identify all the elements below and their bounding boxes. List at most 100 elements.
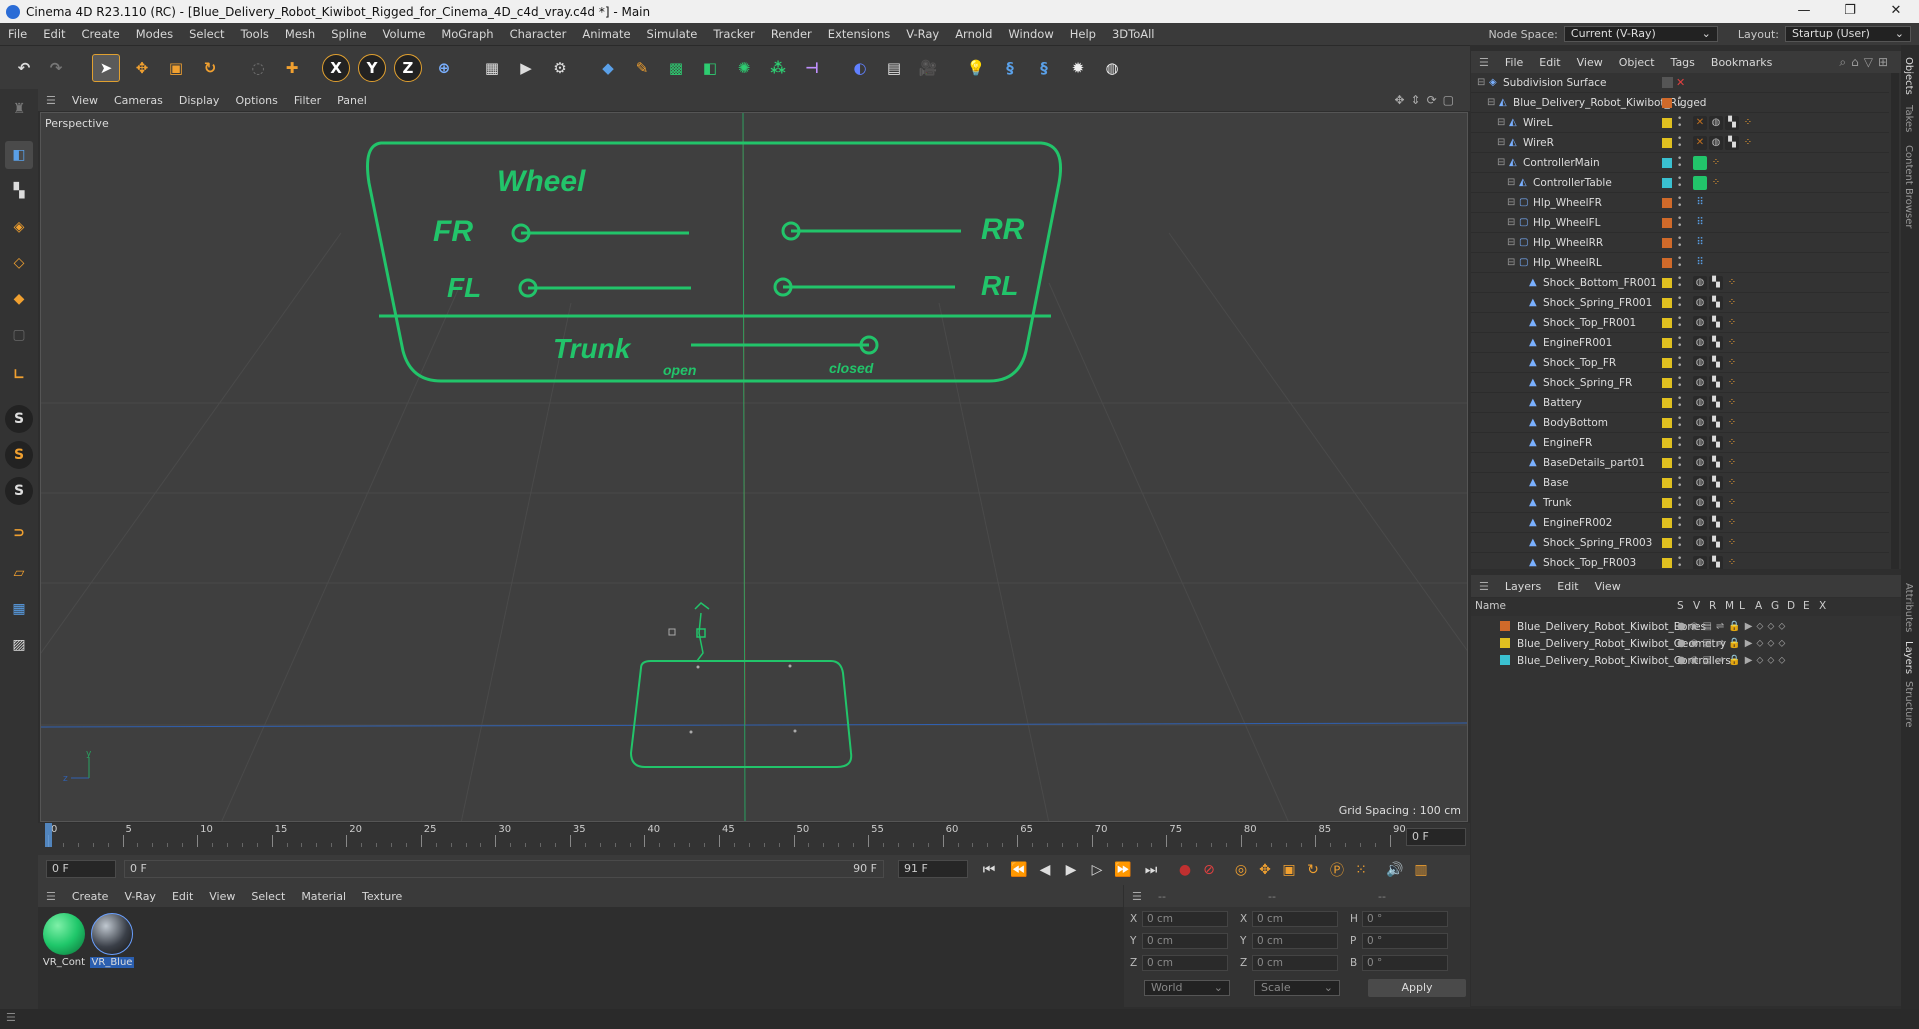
layer-color-chip[interactable] bbox=[1662, 458, 1672, 468]
object-row[interactable]: ▲ Base • • ◍ ▚ ⁘ bbox=[1471, 473, 1889, 493]
layer-color-chip[interactable] bbox=[1662, 518, 1672, 528]
selection-tag-icon[interactable]: ⁘ bbox=[1725, 416, 1739, 430]
menu-edit[interactable]: Edit bbox=[35, 27, 73, 41]
layer-color-chip[interactable] bbox=[1662, 98, 1672, 108]
layer-color-chip[interactable] bbox=[1662, 418, 1672, 428]
visibility-dots-icon[interactable]: • • bbox=[1677, 515, 1682, 531]
visibility-dots-icon[interactable]: • • bbox=[1677, 475, 1682, 491]
node-space-dropdown[interactable]: Current (V-Ray) ⌄ bbox=[1563, 26, 1718, 42]
material-tag-icon[interactable] bbox=[1693, 156, 1707, 170]
visibility-dots-icon[interactable]: • • bbox=[1677, 195, 1682, 211]
protection-tag-icon[interactable]: ⠿ bbox=[1693, 216, 1707, 230]
texture-tag-icon[interactable]: ▚ bbox=[1709, 496, 1723, 510]
snap-settings-icon[interactable]: S bbox=[5, 441, 33, 469]
menu-render[interactable]: Render bbox=[763, 27, 820, 41]
key-position-icon[interactable]: ✥ bbox=[1254, 859, 1276, 881]
lock-workplane-icon[interactable]: ▨ bbox=[5, 631, 33, 659]
menu-spline[interactable]: Spline bbox=[323, 27, 374, 41]
layer-color-chip[interactable] bbox=[1662, 318, 1672, 328]
x-axis-icon[interactable]: X bbox=[322, 54, 350, 82]
menu-tools[interactable]: Tools bbox=[233, 27, 277, 41]
z-axis-icon[interactable]: Z bbox=[394, 54, 422, 82]
visibility-dots-icon[interactable]: • • bbox=[1677, 155, 1682, 171]
texture-tag-icon[interactable]: ▚ bbox=[1725, 136, 1739, 150]
disabled-x-icon[interactable]: ✕ bbox=[1676, 76, 1685, 89]
selection-tag-icon[interactable]: ⁘ bbox=[1709, 176, 1723, 190]
material-tag-icon[interactable]: ◍ bbox=[1693, 536, 1707, 550]
object-menu-object[interactable]: Object bbox=[1611, 56, 1663, 69]
edges-mode-icon[interactable]: ◇ bbox=[5, 249, 33, 277]
selection-tag-icon[interactable]: ⁘ bbox=[1725, 396, 1739, 410]
layer-color-swatch[interactable] bbox=[1500, 655, 1510, 665]
layer-color-chip[interactable] bbox=[1662, 538, 1672, 548]
viewport-menu-options[interactable]: Options bbox=[227, 94, 285, 107]
selection-tag-icon[interactable]: ⁘ bbox=[1725, 356, 1739, 370]
object-row[interactable]: ▲ Trunk • • ◍ ▚ ⁘ bbox=[1471, 493, 1889, 513]
move-icon[interactable]: ✥ bbox=[128, 54, 156, 82]
points-mode-icon[interactable]: ◈ bbox=[5, 213, 33, 241]
step-back-icon[interactable]: ◀ bbox=[1034, 859, 1056, 881]
object-menu-bookmarks[interactable]: Bookmarks bbox=[1703, 56, 1780, 69]
floor-icon[interactable]: ▤ bbox=[880, 54, 908, 82]
keyframe-selection-icon[interactable]: ◎ bbox=[1230, 859, 1252, 881]
python-generator-icon[interactable]: § bbox=[1030, 54, 1058, 82]
expand-toggle-icon[interactable] bbox=[1517, 518, 1527, 528]
viewport-menu-panel[interactable]: Panel bbox=[329, 94, 375, 107]
material-menu-material[interactable]: Material bbox=[293, 890, 354, 903]
key-pla-icon[interactable]: ⁙ bbox=[1350, 859, 1372, 881]
xpresso-tag-icon[interactable]: ✕ bbox=[1693, 116, 1707, 130]
selection-tag-icon[interactable]: ⁘ bbox=[1725, 556, 1739, 569]
selection-tag-icon[interactable]: ⁘ bbox=[1725, 316, 1739, 330]
expand-toggle-icon[interactable] bbox=[1517, 358, 1527, 368]
material-tag-icon[interactable]: ◍ bbox=[1693, 396, 1707, 410]
layer-color-chip[interactable] bbox=[1662, 478, 1672, 488]
tab-objects[interactable]: Objects bbox=[1903, 57, 1914, 95]
object-row[interactable]: ▲ Shock_Top_FR • • ◍ ▚ ⁘ bbox=[1471, 353, 1889, 373]
visibility-dots-icon[interactable]: • • bbox=[1677, 535, 1682, 551]
viewport-nav-icons[interactable]: ✥⇕⟳▢ bbox=[1394, 93, 1460, 107]
visibility-dots-icon[interactable]: • • bbox=[1677, 115, 1682, 131]
axis-mode-icon[interactable]: ∟ bbox=[5, 361, 33, 389]
texture-tag-icon[interactable]: ▚ bbox=[1709, 476, 1723, 490]
extrude-icon[interactable]: ◧ bbox=[696, 54, 724, 82]
visibility-dots-icon[interactable]: • • bbox=[1677, 235, 1682, 251]
go-to-end-icon[interactable]: ⏭ bbox=[1140, 859, 1162, 881]
hamburger-icon[interactable]: ☰ bbox=[38, 94, 64, 107]
object-menu-edit[interactable]: Edit bbox=[1531, 56, 1568, 69]
menu-3dtoall[interactable]: 3DToAll bbox=[1104, 27, 1163, 41]
object-row[interactable]: ▲ Shock_Spring_FR003 • • ◍ ▚ ⁘ bbox=[1471, 533, 1889, 553]
object-menu-tags[interactable]: Tags bbox=[1663, 56, 1703, 69]
rotation-b-field[interactable]: 0 ° bbox=[1362, 955, 1448, 971]
visibility-dots-icon[interactable]: • • bbox=[1677, 275, 1682, 291]
texture-tag-icon[interactable]: ▚ bbox=[1709, 356, 1723, 370]
material-tag-icon[interactable]: ◍ bbox=[1693, 516, 1707, 530]
layer-menu-edit[interactable]: Edit bbox=[1549, 580, 1586, 593]
layer-color-chip[interactable] bbox=[1662, 178, 1672, 188]
material-tag-icon[interactable]: ◍ bbox=[1693, 336, 1707, 350]
object-row[interactable]: ▲ Shock_Spring_FR • • ◍ ▚ ⁘ bbox=[1471, 373, 1889, 393]
visibility-dots-icon[interactable]: • • bbox=[1677, 355, 1682, 371]
menu-volume[interactable]: Volume bbox=[375, 27, 434, 41]
current-frame-field[interactable]: 0 F bbox=[1406, 828, 1466, 846]
visibility-dots-icon[interactable]: • • bbox=[1677, 135, 1682, 151]
key-scale-icon[interactable]: ▣ bbox=[1278, 859, 1300, 881]
vray-sun-icon[interactable]: ✹ bbox=[1064, 54, 1092, 82]
timeline-ruler[interactable]: 0 5 10 15 20 25 30 35 40 45 50 55 60 65 70 75 80 85 90 0 F bbox=[38, 823, 1470, 855]
position-x-field[interactable]: 0 cm bbox=[1142, 911, 1228, 927]
minimize-button[interactable]: — bbox=[1781, 0, 1827, 23]
expand-toggle-icon[interactable] bbox=[1517, 418, 1527, 428]
go-to-start-icon[interactable]: ⏮ bbox=[978, 859, 1000, 881]
selection-tag-icon[interactable]: ⁘ bbox=[1725, 456, 1739, 470]
size-y-field[interactable]: 0 cm bbox=[1252, 933, 1338, 949]
expand-toggle-icon[interactable]: ⊟ bbox=[1507, 218, 1517, 228]
enable-checkbox-icon[interactable] bbox=[1662, 77, 1673, 88]
expand-toggle-icon[interactable] bbox=[1517, 458, 1527, 468]
object-row[interactable]: ▲ Shock_Spring_FR001 • • ◍ ▚ ⁘ bbox=[1471, 293, 1889, 313]
timeline-icon[interactable]: ▥ bbox=[1410, 859, 1432, 881]
key-rotation-icon[interactable]: ↻ bbox=[1302, 859, 1324, 881]
menu-character[interactable]: Character bbox=[502, 27, 575, 41]
layer-color-chip[interactable] bbox=[1662, 258, 1672, 268]
tab-layers[interactable]: Layers bbox=[1903, 641, 1914, 674]
vray-dome-icon[interactable]: ◍ bbox=[1098, 54, 1126, 82]
y-axis-icon[interactable]: Y bbox=[358, 54, 386, 82]
